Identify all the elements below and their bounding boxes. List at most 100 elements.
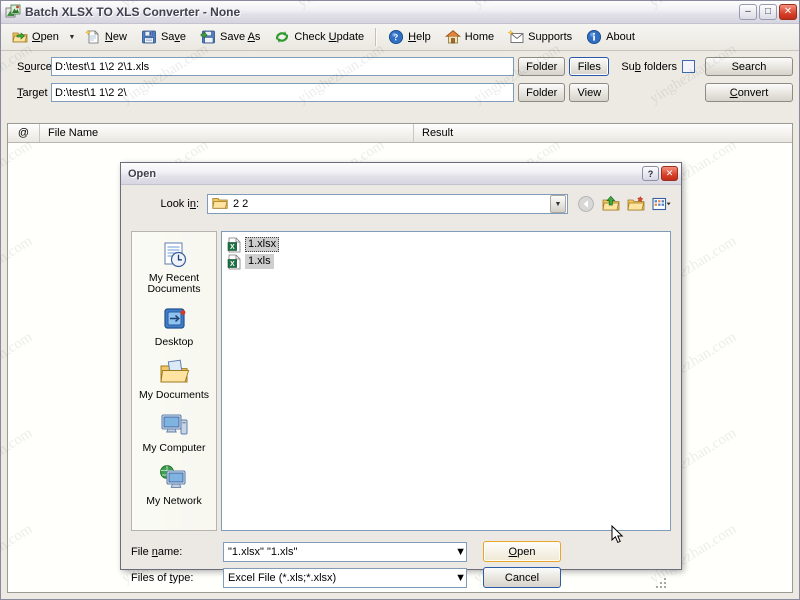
save-as-icon <box>200 29 216 45</box>
dialog-title: Open <box>128 167 157 180</box>
toolbar-home-button[interactable]: Home <box>438 25 501 49</box>
new-folder-icon[interactable] <box>626 194 646 214</box>
my-documents-icon <box>157 358 191 388</box>
home-icon <box>444 29 461 45</box>
place-label: My Network <box>146 495 202 507</box>
dialog-close-button[interactable]: ✕ <box>661 166 678 181</box>
toolbar-supports-label: Supports <box>528 31 573 43</box>
target-input[interactable]: D:\test\1 1\2 2\ <box>51 83 515 102</box>
column-header-file-name[interactable]: File Name <box>40 124 414 142</box>
source-label: Source <box>17 60 52 73</box>
toolbar-home-label: Home <box>464 31 495 43</box>
look-in-row: Look in: 2 2 ▼ <box>131 193 671 215</box>
place-my-recent-documents[interactable]: My Recent Documents <box>132 238 216 298</box>
toolbar-new-button[interactable]: New <box>78 25 134 49</box>
target-view-button[interactable]: View <box>569 83 610 102</box>
back-icon[interactable] <box>576 194 596 214</box>
search-button[interactable]: Search <box>705 57 793 76</box>
open-dialog: Open ? ✕ Look in: 2 2 ▼ My Recent Docume… <box>120 162 682 588</box>
place-label: My Recent Documents <box>147 272 201 295</box>
new-document-icon <box>85 29 101 45</box>
look-in-value-wrap: 2 2 <box>208 196 549 212</box>
source-files-button[interactable]: Files <box>569 57 610 76</box>
dialog-bottom: File name: "1.xlsx" "1.xls" ▼ Open Files… <box>131 541 671 593</box>
dialog-nav-tools <box>576 194 671 214</box>
toolbar-supports-button[interactable]: Supports <box>501 25 579 49</box>
info-icon <box>586 29 602 45</box>
file-name-label: 1.xlsx <box>245 237 280 252</box>
file-list-item[interactable]: X 1.xlsx <box>225 236 281 253</box>
toolbar-open-button[interactable]: Open <box>5 25 66 49</box>
window-title: Batch XLSX TO XLS Converter - None <box>25 5 241 19</box>
views-icon[interactable] <box>651 194 671 214</box>
toolbar-about-button[interactable]: About <box>579 25 642 49</box>
target-label: Target <box>17 86 48 99</box>
column-header-result[interactable]: Result <box>414 124 792 142</box>
path-panel: Source D:\test\1 1\2 2\1.xls Folder File… <box>1 51 799 112</box>
toolbar-help-label: Help <box>408 31 431 43</box>
svg-text:X: X <box>230 261 235 268</box>
file-name-row: File name: "1.xlsx" "1.xls" ▼ Open <box>131 541 671 562</box>
toolbar-new-label: New <box>104 31 127 43</box>
dialog-open-button[interactable]: Open <box>483 541 561 562</box>
dialog-help-button[interactable]: ? <box>642 166 659 181</box>
close-button[interactable]: ✕ <box>779 4 797 20</box>
desktop-icon <box>157 305 191 335</box>
toolbar-separator <box>375 28 378 46</box>
convert-label: Convert <box>729 86 769 99</box>
chevron-down-icon[interactable]: ▼ <box>550 195 566 213</box>
chevron-down-icon[interactable]: ▼ <box>455 572 466 584</box>
dialog-title-bar: Open ? ✕ <box>121 163 681 185</box>
folder-icon <box>212 196 228 212</box>
dialog-body: Look in: 2 2 ▼ My Recent Documents Deskt… <box>121 193 681 588</box>
svg-text:X: X <box>230 244 235 251</box>
toolbar-save-button[interactable]: Save <box>134 25 193 49</box>
chevron-down-icon[interactable]: ▼ <box>455 546 466 558</box>
toolbar-help-button[interactable]: ? Help <box>381 25 438 49</box>
sub-folders-control[interactable]: Sub folders <box>621 60 695 73</box>
look-in-label: Look in: <box>160 198 199 210</box>
svg-text:?: ? <box>394 33 399 43</box>
source-folder-button[interactable]: Folder <box>518 57 566 76</box>
place-my-computer[interactable]: My Computer <box>132 408 216 457</box>
toolbar-check-update-button[interactable]: Check Update <box>267 25 371 49</box>
file-list-item[interactable]: X 1.xls <box>225 253 276 270</box>
excel-file-icon: X <box>227 254 242 270</box>
file-name-label: 1.xls <box>245 254 274 269</box>
open-folder-icon <box>12 29 28 45</box>
files-of-type-row: Files of type: Excel File (*.xls;*.xlsx)… <box>131 567 671 588</box>
file-name-combo[interactable]: "1.xlsx" "1.xls" ▼ <box>223 541 467 562</box>
toolbar-open-label: Open <box>32 31 59 43</box>
place-label: Desktop <box>154 336 194 348</box>
excel-file-icon: X <box>227 237 242 253</box>
help-circle-icon: ? <box>388 29 404 45</box>
sub-folders-checkbox[interactable] <box>682 60 695 73</box>
target-folder-button[interactable]: Folder <box>518 83 566 102</box>
minimize-button[interactable]: – <box>739 4 757 20</box>
application-icon <box>5 4 21 20</box>
file-list[interactable]: X 1.xlsx X 1.xls <box>221 231 671 531</box>
my-network-icon <box>157 464 191 494</box>
title-bar: Batch XLSX TO XLS Converter - None – □ ✕ <box>1 1 799 24</box>
up-level-icon[interactable] <box>601 194 621 214</box>
source-row: Source D:\test\1 1\2 2\1.xls Folder File… <box>7 56 793 77</box>
look-in-combo[interactable]: 2 2 ▼ <box>207 194 568 214</box>
place-my-network[interactable]: My Network <box>132 461 216 510</box>
maximize-button[interactable]: □ <box>759 4 777 20</box>
files-of-type-combo[interactable]: Excel File (*.xls;*.xlsx) ▼ <box>223 567 467 588</box>
toolbar-save-as-button[interactable]: Save As <box>193 25 267 49</box>
place-label: My Computer <box>142 442 206 454</box>
open-dropdown-arrow-icon[interactable]: ▼ <box>66 27 78 47</box>
list-header: @ File Name Result <box>8 124 792 143</box>
resize-grip[interactable] <box>656 578 668 590</box>
source-input[interactable]: D:\test\1 1\2 2\1.xls <box>51 57 515 76</box>
recent-documents-icon <box>157 241 191 271</box>
dialog-cancel-button[interactable]: Cancel <box>483 567 561 588</box>
convert-button[interactable]: Convert <box>705 83 793 102</box>
place-desktop[interactable]: Desktop <box>132 302 216 351</box>
file-name-input[interactable]: "1.xlsx" "1.xls" <box>224 546 455 558</box>
toolbar-about-label: About <box>606 31 635 43</box>
window-controls: – □ ✕ <box>739 4 797 20</box>
place-my-documents[interactable]: My Documents <box>132 355 216 404</box>
column-header-at[interactable]: @ <box>8 124 40 142</box>
